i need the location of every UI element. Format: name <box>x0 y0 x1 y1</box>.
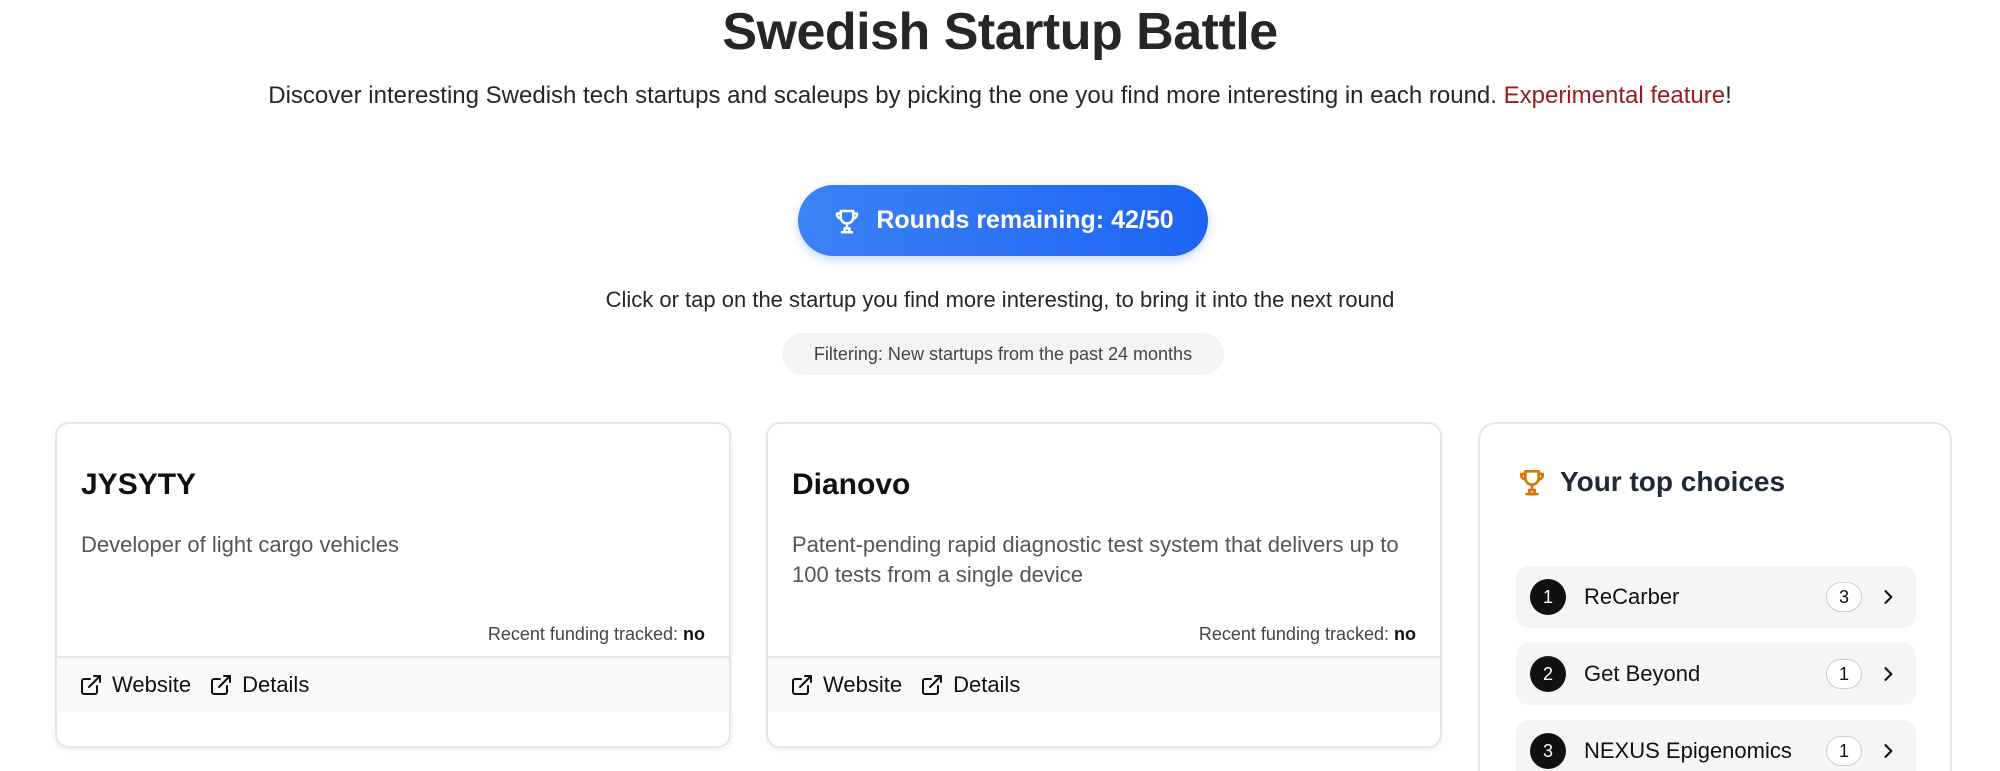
chevron-right-icon <box>1878 664 1898 684</box>
startup-name: JYSYTY <box>81 468 197 501</box>
rank-startup-name: Get Beyond <box>1584 661 1701 686</box>
subtitle-end: ! <box>1725 82 1732 109</box>
trophy-icon <box>1516 466 1548 498</box>
startup-description: Developer of light cargo vehicles <box>81 532 399 557</box>
external-link-icon <box>790 673 814 697</box>
funding-label: Recent funding tracked: <box>1198 624 1394 644</box>
startup-description: Patent-pending rapid diagnostic test sys… <box>792 532 1399 587</box>
details-link[interactable]: Details <box>920 672 1020 698</box>
details-link-label: Details <box>242 672 310 697</box>
rank-count-badge: 1 <box>1826 659 1862 689</box>
funding-value: no <box>1394 624 1416 644</box>
chevron-right-icon <box>1878 587 1898 607</box>
experimental-feature-link[interactable]: Experimental feature <box>1504 82 1725 109</box>
filter-chip: Filtering: New startups from the past 24… <box>782 333 1224 375</box>
subtitle-text: Discover interesting Swedish tech startu… <box>268 82 1504 109</box>
website-link[interactable]: Website <box>79 672 191 698</box>
top-choice-item[interactable]: 2 Get Beyond 1 <box>1516 643 1916 705</box>
page-title: Swedish Startup Battle <box>722 3 1278 61</box>
funding-status: Recent funding tracked: no <box>1199 624 1416 645</box>
rank-number: 2 <box>1530 656 1566 692</box>
top-choice-item[interactable]: 1 ReCarber 3 <box>1516 566 1916 628</box>
top-choices-panel: Your top choices 1 ReCarber 3 2 Get Beyo… <box>1478 422 1952 771</box>
startup-card-1[interactable]: JYSYTY Developer of light cargo vehicles… <box>55 422 731 748</box>
rank-number: 1 <box>1530 579 1566 615</box>
rank-number: 3 <box>1530 733 1566 769</box>
startup-name: Dianovo <box>792 468 911 501</box>
rank-count-badge: 3 <box>1826 582 1862 612</box>
card-footer: Website Details <box>768 656 1440 712</box>
external-link-icon <box>209 673 233 697</box>
external-link-icon <box>920 673 944 697</box>
top-choice-item[interactable]: 3 NEXUS Epigenomics 1 <box>1516 720 1916 771</box>
rank-startup-name: ReCarber <box>1584 584 1680 609</box>
rank-count-badge: 1 <box>1826 736 1862 766</box>
details-link[interactable]: Details <box>209 672 309 698</box>
chevron-right-icon <box>1878 741 1898 761</box>
rounds-remaining-badge: Rounds remaining: 42/50 <box>798 185 1208 256</box>
funding-status: Recent funding tracked: no <box>488 624 705 645</box>
website-link-label: Website <box>823 672 903 697</box>
startup-card-2[interactable]: Dianovo Patent-pending rapid diagnostic … <box>766 422 1442 748</box>
funding-value: no <box>683 624 705 644</box>
website-link[interactable]: Website <box>790 672 902 698</box>
card-footer: Website Details <box>57 656 729 712</box>
funding-label: Recent funding tracked: <box>487 624 683 644</box>
instruction-text: Click or tap on the startup you find mor… <box>605 287 1395 312</box>
page-subtitle: Discover interesting Swedish tech startu… <box>0 82 2000 110</box>
trophy-icon <box>832 206 862 236</box>
top-choices-header: Your top choices <box>1516 466 1785 498</box>
website-link-label: Website <box>112 672 192 697</box>
external-link-icon <box>79 673 103 697</box>
rounds-remaining-label: Rounds remaining: 42/50 <box>876 206 1174 234</box>
top-choices-title: Your top choices <box>1560 466 1786 497</box>
details-link-label: Details <box>953 672 1021 697</box>
rank-startup-name: NEXUS Epigenomics <box>1584 738 1792 763</box>
